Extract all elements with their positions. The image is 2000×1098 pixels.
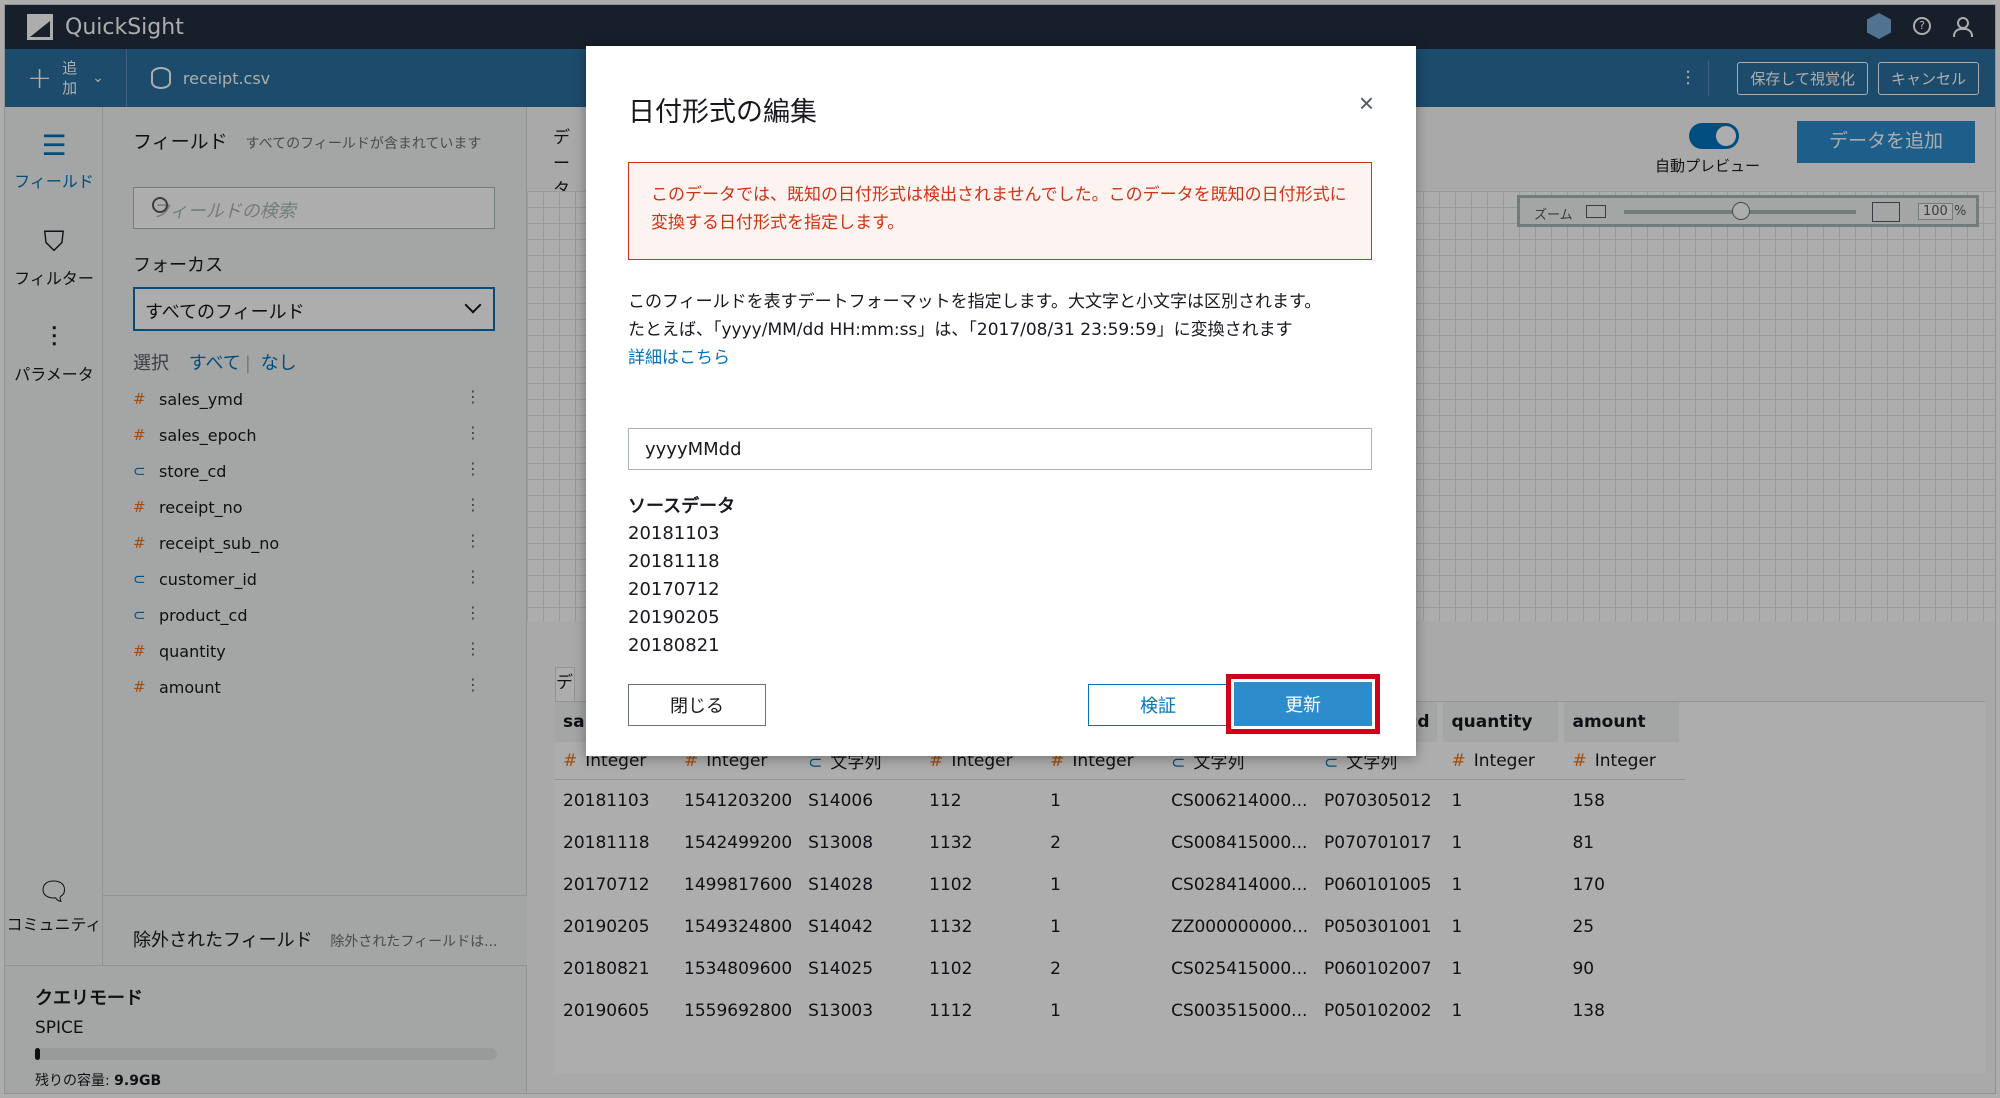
update-button[interactable]: 更新	[1234, 682, 1372, 726]
date-format-input[interactable]	[628, 428, 1372, 470]
close-button[interactable]: 閉じる	[628, 684, 766, 726]
edit-date-format-dialog: 日付形式の編集 × このデータでは、既知の日付形式は検出されませんでした。このデ…	[586, 46, 1416, 756]
source-value: 20170712	[628, 579, 720, 600]
source-value: 20181103	[628, 523, 720, 544]
dialog-title: 日付形式の編集	[628, 97, 817, 128]
source-value: 20180821	[628, 635, 720, 656]
close-icon[interactable]: ×	[1359, 88, 1374, 119]
source-value: 20190205	[628, 607, 720, 628]
verify-button[interactable]: 検証	[1088, 684, 1228, 726]
update-button-highlight: 更新	[1226, 674, 1380, 734]
source-data-title: ソースデータ	[628, 496, 736, 517]
source-data-list: 20181103 20181118 20170712 20190205 20180821	[628, 520, 720, 660]
dialog-description: このフィールドを表すデートフォーマットを指定します。大文字と小文字は区別されます…	[628, 288, 1372, 372]
learn-more-link[interactable]: 詳細はこちら	[628, 348, 730, 368]
error-alert: このデータでは、既知の日付形式は検出されませんでした。このデータを既知の日付形式…	[628, 162, 1372, 260]
description-line-1: このフィールドを表すデートフォーマットを指定します。大文字と小文字は区別されます…	[628, 292, 1322, 312]
description-line-2: たとえば、「yyyy/MM/dd HH:mm:ss」は、「2017/08/31 …	[628, 320, 1293, 340]
source-value: 20181118	[628, 551, 720, 572]
